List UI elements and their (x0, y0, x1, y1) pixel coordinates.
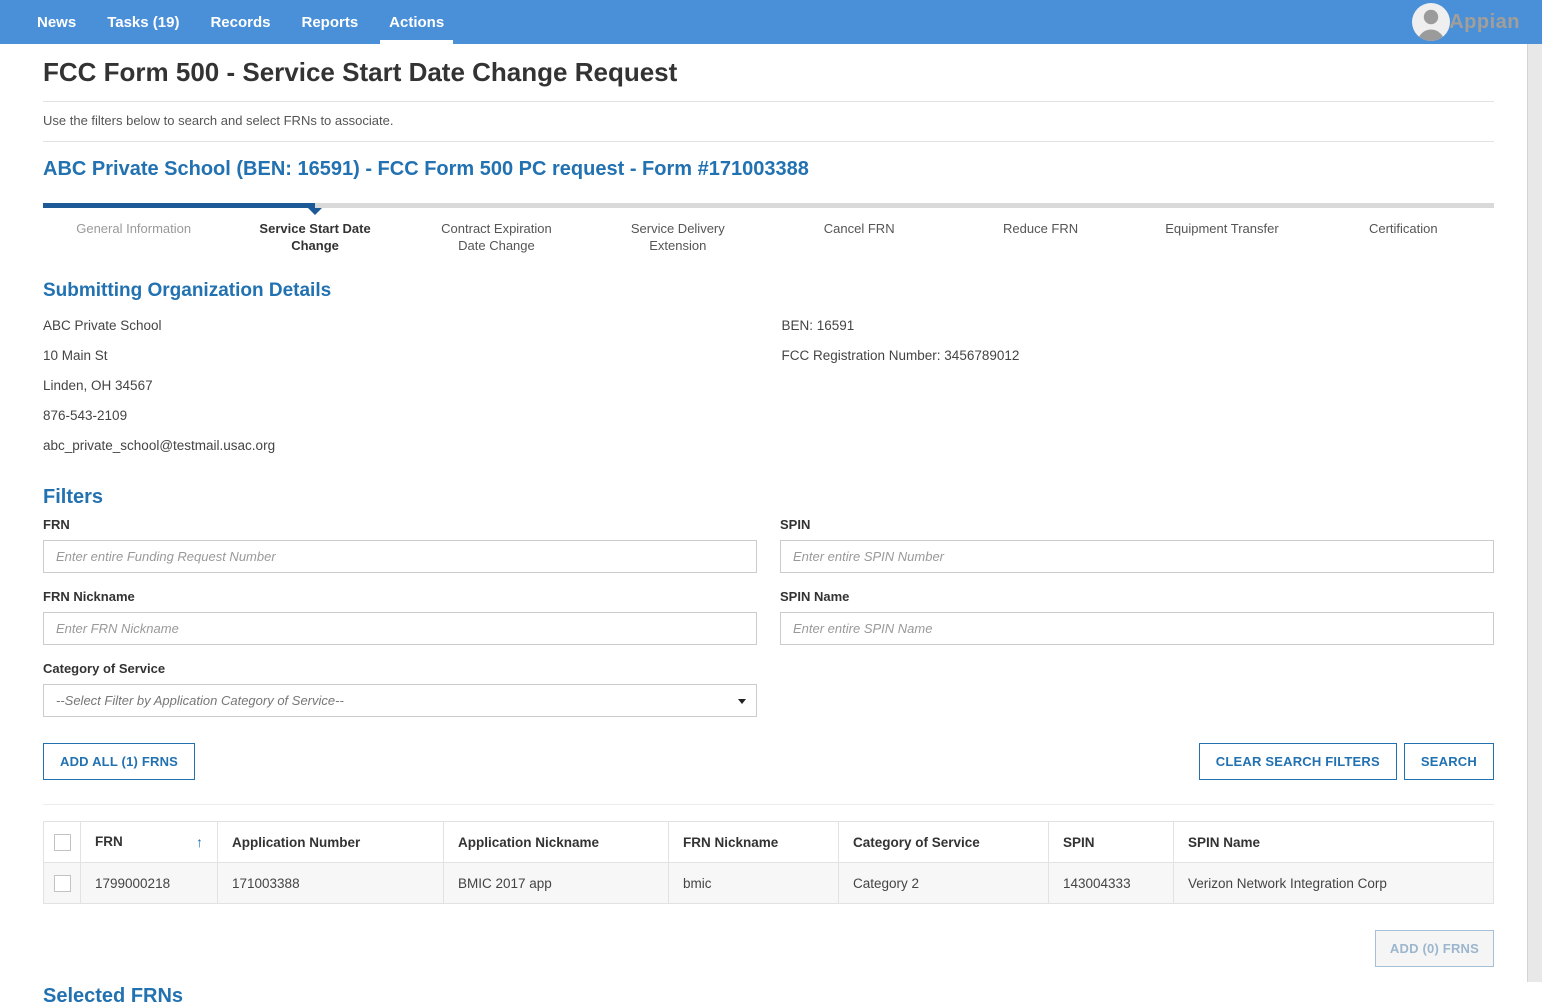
table-row: 1799000218 171003388 BMIC 2017 app bmic … (44, 863, 1494, 904)
user-avatar[interactable] (1412, 3, 1450, 41)
nav-item-tasks[interactable]: Tasks (19) (98, 0, 188, 44)
step-contract-expiration-date-change[interactable]: Contract Expiration Date Change (406, 220, 587, 254)
column-header-frn-label: FRN (95, 834, 123, 849)
organization-phone: 876-543-2109 (43, 400, 756, 430)
column-header-frn[interactable]: FRN ↑ (81, 822, 218, 863)
form-heading: ABC Private School (BEN: 16591) - FCC Fo… (43, 158, 1494, 181)
add-all-frns-button[interactable]: ADD ALL (1) FRNS (43, 743, 195, 780)
cell-application-number: 171003388 (218, 863, 444, 904)
row-checkbox[interactable] (54, 875, 71, 892)
spin-name-field: SPIN Name (780, 583, 1494, 645)
organization-fcc-registration-number: FCC Registration Number: 3456789012 (782, 340, 1495, 370)
column-header-frn-nickname[interactable]: FRN Nickname (669, 822, 839, 863)
appian-logo: Appian (1449, 0, 1520, 44)
step-certification[interactable]: Certification (1313, 220, 1494, 254)
spin-label: SPIN (780, 517, 1494, 532)
filter-actions-row: ADD ALL (1) FRNS CLEAR SEARCH FILTERS SE… (43, 743, 1494, 780)
column-header-application-number[interactable]: Application Number (218, 822, 444, 863)
organization-city-state-zip: Linden, OH 34567 (43, 370, 756, 400)
cell-frn-nickname: bmic (669, 863, 839, 904)
row-select-cell (44, 863, 81, 904)
search-buttons-group: CLEAR SEARCH FILTERS SEARCH (1199, 743, 1494, 780)
clear-search-filters-button[interactable]: CLEAR SEARCH FILTERS (1199, 743, 1397, 780)
column-header-category-of-service[interactable]: Category of Service (839, 822, 1049, 863)
organization-details-left-column: ABC Private School 10 Main St Linden, OH… (43, 310, 756, 460)
select-all-header-cell (44, 822, 81, 863)
category-of-service-selected-value: --Select Filter by Application Category … (56, 693, 344, 708)
cell-category-of-service: Category 2 (839, 863, 1049, 904)
frn-results-table: FRN ↑ Application Number Application Nic… (43, 821, 1494, 904)
category-of-service-label: Category of Service (43, 661, 757, 676)
organization-details-right-column: BEN: 16591 FCC Registration Number: 3456… (782, 310, 1495, 460)
step-reduce-frn[interactable]: Reduce FRN (950, 220, 1131, 254)
top-navigation-bar: News Tasks (19) Records Reports Actions … (0, 0, 1542, 44)
add-frns-row: ADD (0) FRNS (43, 930, 1494, 967)
wizard-progress: General Information Service Start Date C… (43, 203, 1494, 254)
nav-item-actions[interactable]: Actions (380, 0, 453, 44)
category-of-service-field: Category of Service --Select Filter by A… (43, 655, 757, 717)
select-all-checkbox[interactable] (54, 834, 71, 851)
current-step-arrow-icon (308, 208, 322, 215)
step-equipment-transfer[interactable]: Equipment Transfer (1131, 220, 1312, 254)
category-of-service-select[interactable]: --Select Filter by Application Category … (43, 684, 757, 717)
spin-name-input[interactable] (780, 612, 1494, 645)
table-separator (43, 804, 1494, 805)
column-header-application-nickname[interactable]: Application Nickname (444, 822, 669, 863)
vertical-scrollbar[interactable] (1527, 44, 1542, 982)
submitting-organization-heading: Submitting Organization Details (43, 280, 1494, 302)
search-button[interactable]: SEARCH (1404, 743, 1494, 780)
add-frns-button[interactable]: ADD (0) FRNS (1375, 930, 1494, 967)
step-cancel-frn[interactable]: Cancel FRN (769, 220, 950, 254)
frn-nickname-label: FRN Nickname (43, 589, 757, 604)
person-icon (1412, 3, 1450, 41)
filters-form: FRN SPIN FRN Nickname SPIN Name Category… (43, 511, 1494, 727)
organization-address: 10 Main St (43, 340, 756, 370)
cell-spin-name: Verizon Network Integration Corp (1174, 863, 1494, 904)
nav-item-reports[interactable]: Reports (292, 0, 367, 44)
page-title: FCC Form 500 - Service Start Date Change… (43, 44, 1494, 102)
nav-item-news[interactable]: News (28, 0, 85, 44)
cell-spin: 143004333 (1049, 863, 1174, 904)
wizard-progress-bar (43, 203, 1494, 208)
spin-name-label: SPIN Name (780, 589, 1494, 604)
table-header-row: FRN ↑ Application Number Application Nic… (44, 822, 1494, 863)
sort-ascending-icon: ↑ (196, 834, 203, 850)
main-content: FCC Form 500 - Service Start Date Change… (43, 44, 1494, 1008)
chevron-down-icon (738, 699, 746, 704)
wizard-progress-fill (43, 203, 315, 208)
frn-input[interactable] (43, 540, 757, 573)
frn-nickname-input[interactable] (43, 612, 757, 645)
column-header-spin[interactable]: SPIN (1049, 822, 1174, 863)
frn-nickname-field: FRN Nickname (43, 583, 757, 645)
nav-item-records[interactable]: Records (201, 0, 279, 44)
column-header-spin-name[interactable]: SPIN Name (1174, 822, 1494, 863)
page-subtitle: Use the filters below to search and sele… (43, 102, 1494, 142)
cell-frn: 1799000218 (81, 863, 218, 904)
wizard-step-labels: General Information Service Start Date C… (43, 220, 1494, 254)
selected-frns-heading: Selected FRNs (43, 985, 1494, 1008)
spin-input[interactable] (780, 540, 1494, 573)
frn-label: FRN (43, 517, 757, 532)
frn-field: FRN (43, 511, 757, 573)
cell-application-nickname: BMIC 2017 app (444, 863, 669, 904)
organization-details: ABC Private School 10 Main St Linden, OH… (43, 310, 1494, 460)
step-service-start-date-change[interactable]: Service Start Date Change (224, 220, 405, 254)
spin-field: SPIN (780, 511, 1494, 573)
filters-heading: Filters (43, 486, 1494, 509)
step-general-information[interactable]: General Information (43, 220, 224, 254)
step-service-delivery-extension[interactable]: Service Delivery Extension (587, 220, 768, 254)
organization-email: abc_private_school@testmail.usac.org (43, 430, 756, 460)
organization-name: ABC Private School (43, 310, 756, 340)
organization-ben: BEN: 16591 (782, 310, 1495, 340)
